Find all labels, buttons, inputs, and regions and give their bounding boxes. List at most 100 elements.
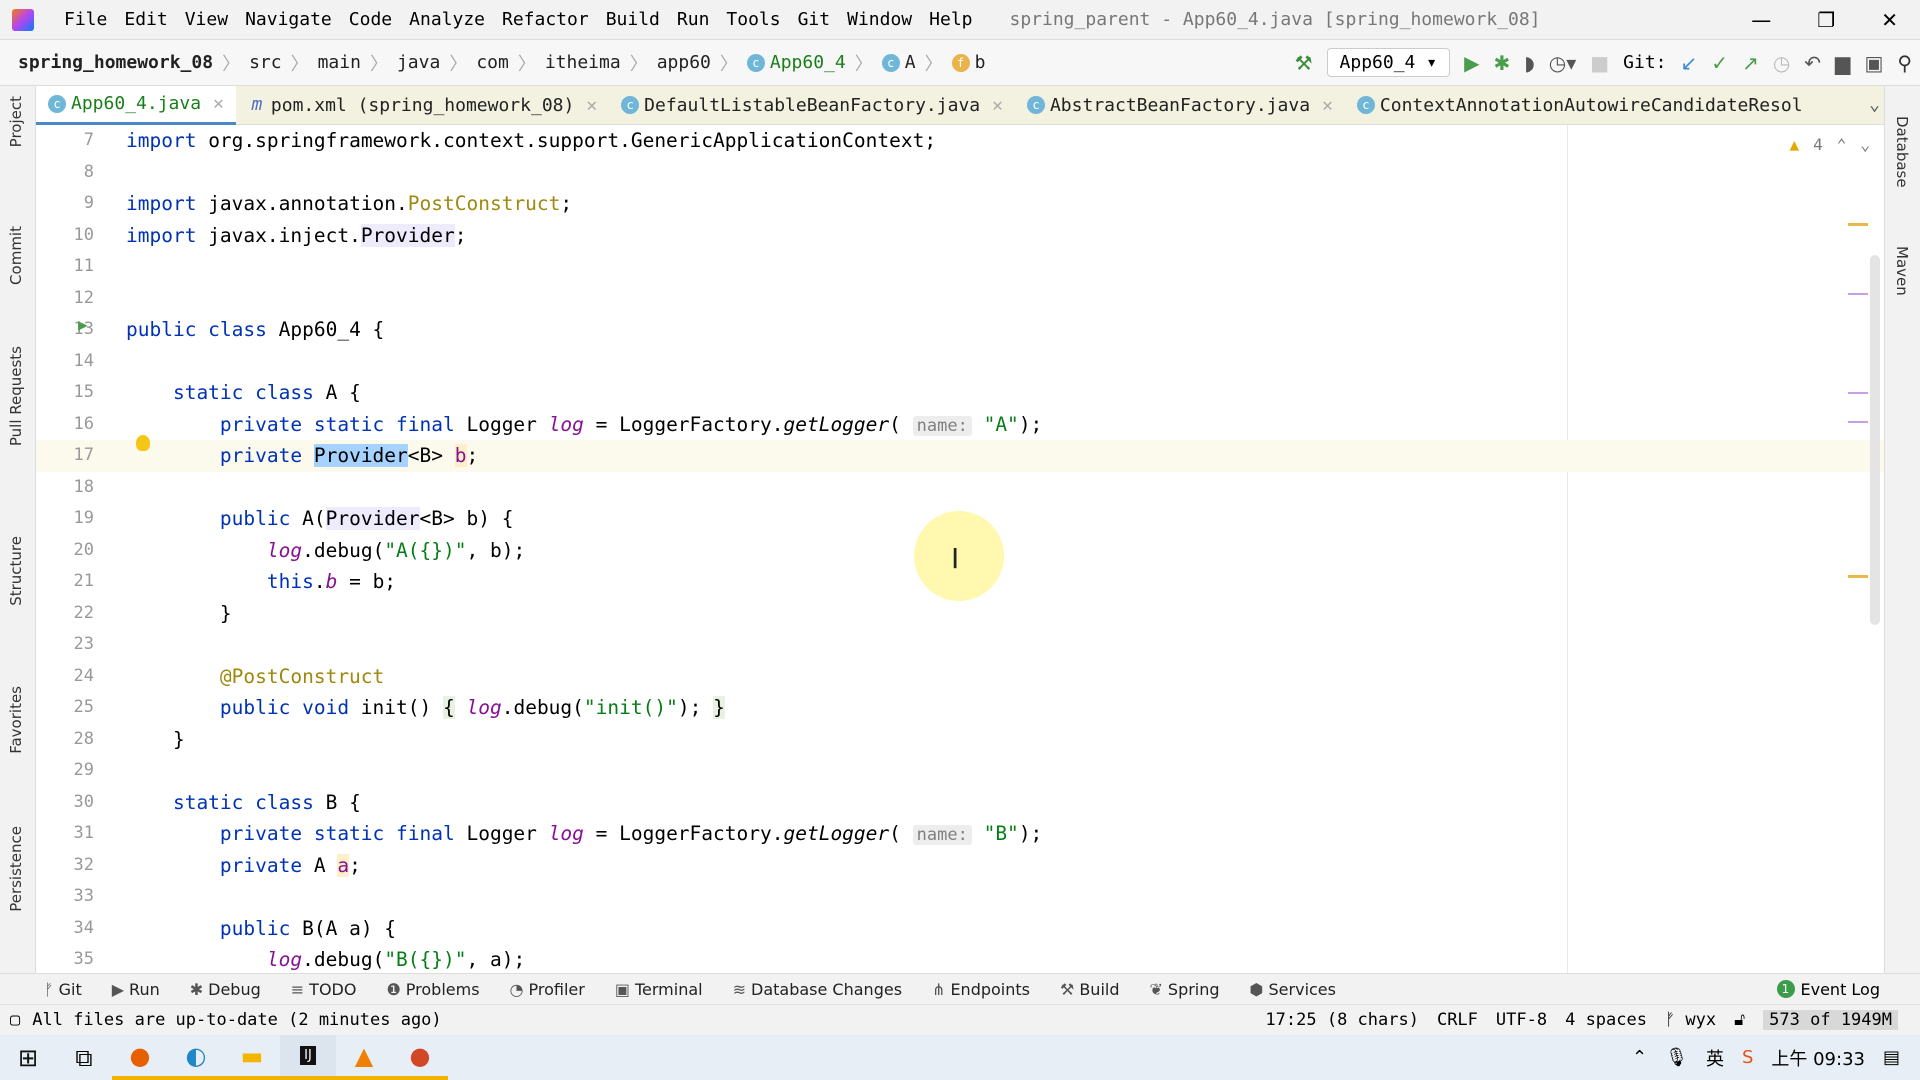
code-line[interactable]: 8 [36,157,1884,189]
menu-refactor[interactable]: Refactor [502,9,589,30]
code-line[interactable]: 18 [36,472,1884,504]
code-line[interactable]: 29 [36,755,1884,787]
powerpoint-icon[interactable]: ● [392,1035,448,1080]
code-line[interactable]: 10 import javax.inject.Provider; [36,220,1884,252]
breadcrumb-item[interactable]: spring_homework_08 [18,52,213,73]
profile-icon[interactable]: ◷▾ [1549,51,1577,75]
status-toggle-icon[interactable]: ▢ [10,1010,20,1030]
code-line[interactable]: 13 public class App60_4 { [36,314,1884,346]
code-line[interactable]: 15 static class A { [36,377,1884,409]
tool-pull-requests[interactable]: Pull Requests [7,346,25,446]
code-line[interactable]: 24 @PostConstruct [36,661,1884,693]
caret-position[interactable]: 17:25 (8 chars) [1265,1010,1419,1030]
menu-analyze[interactable]: Analyze [409,9,485,30]
tab-0[interactable]: c App60_4.java ✕ [36,85,236,125]
presentation-icon[interactable]: ▣ [1864,51,1883,75]
tool-database[interactable]: Database [1893,116,1911,188]
breadcrumb-item[interactable]: A [905,52,916,73]
run-config-dropdown[interactable]: App60_4 ▾ [1326,48,1451,77]
project-structure-icon[interactable]: ▆ [1835,51,1850,75]
coverage-icon[interactable]: ◗ [1524,51,1535,75]
rollback-icon[interactable]: ↶ [1804,51,1821,75]
code-line[interactable]: 31 private static final Logger log = Log… [36,818,1884,850]
code-line[interactable]: 22 } [36,598,1884,630]
tool-favorites[interactable]: Favorites [7,686,25,754]
code-line[interactable]: 35 log.debug("B({})", a); [36,944,1884,973]
file-encoding[interactable]: UTF-8 [1496,1010,1547,1030]
next-highlight-icon[interactable]: ⌄ [1860,135,1870,154]
git-update-icon[interactable]: ↙ [1681,51,1698,75]
code-line[interactable]: 32 private A a; [36,850,1884,882]
menu-git[interactable]: Git [798,9,831,30]
tab-3[interactable]: c AbstractBeanFactory.java ✕ [1015,86,1345,125]
code-line[interactable]: 28 } [36,724,1884,756]
menu-edit[interactable]: Edit [124,9,167,30]
tool-persistence[interactable]: Persistence [7,826,25,912]
git-push-icon[interactable]: ↗ [1742,51,1759,75]
menu-tools[interactable]: Tools [726,9,780,30]
notification-icon[interactable]: ▤ [1883,1047,1900,1068]
code-line[interactable]: 16 private static final Logger log = Log… [36,409,1884,441]
editor-scrollbar[interactable] [1870,255,1880,625]
menu-code[interactable]: Code [349,9,392,30]
event-log-button[interactable]: 1 Event Log [1776,980,1880,999]
breadcrumb-item[interactable]: main [318,52,361,73]
indent-setting[interactable]: 4 spaces [1565,1010,1647,1030]
toolwindow-services[interactable]: ⬢ Services [1250,980,1336,999]
toolwindow-run[interactable]: ▶ Run [112,980,160,999]
code-line[interactable]: 34 public B(A a) { [36,913,1884,945]
line-separator[interactable]: CRLF [1437,1010,1478,1030]
menu-run[interactable]: Run [677,9,710,30]
code-line[interactable]: 17 private Provider<B> b; [36,440,1884,472]
task-view-icon[interactable]: ⧉ [56,1035,112,1080]
history-icon[interactable]: ◷ [1773,51,1790,75]
menu-build[interactable]: Build [606,9,660,30]
toolwindow-debug[interactable]: ✱ Debug [190,980,261,999]
tab-close-icon[interactable]: ✕ [213,93,224,114]
clock[interactable]: 上午 09:33 [1771,1045,1865,1071]
breadcrumb-item[interactable]: src [249,52,282,73]
search-icon[interactable]: ⚲ [1897,51,1912,75]
code-editor[interactable]: 7 import org.springframework.context.supp… [36,125,1884,973]
file-explorer-icon[interactable]: ▬ [224,1035,280,1080]
edge-icon[interactable]: ◐ [168,1035,224,1080]
toolwindow-build[interactable]: ⚒ Build [1060,980,1120,999]
breadcrumb-item[interactable]: java [397,52,440,73]
toolwindow-problems[interactable]: ❶ Problems [386,980,479,999]
git-commit-icon[interactable]: ✓ [1711,51,1728,75]
close-button[interactable]: ✕ [1881,8,1898,32]
tool-commit[interactable]: Commit [7,226,25,285]
code-line[interactable]: 11 [36,251,1884,283]
tool-maven[interactable]: Maven [1893,246,1911,296]
menu-view[interactable]: View [185,9,228,30]
breadcrumb-item[interactable]: App60_4 [770,52,846,73]
code-line[interactable]: 30 static class B { [36,787,1884,819]
code-line[interactable]: 33 [36,881,1884,913]
tab-close-icon[interactable]: ✕ [992,95,1003,116]
menu-navigate[interactable]: Navigate [245,9,332,30]
breadcrumb-item[interactable]: itheima [545,52,621,73]
lock-icon[interactable]: 🔓︎ [1734,1010,1745,1030]
microphone-icon[interactable]: 🎙︎ [1665,1047,1688,1068]
intellij-taskbar-icon[interactable]: IJ [280,1035,336,1080]
ime-indicator[interactable]: 英 [1706,1045,1724,1071]
menu-file[interactable]: File [64,9,107,30]
tray-expand-icon[interactable]: ⌃ [1632,1047,1647,1068]
inspection-widget[interactable]: ▲ 4 ⌃ ⌄ [1789,135,1870,154]
tool-structure[interactable]: Structure [7,536,25,606]
toolwindow-endpoints[interactable]: ⋔ Endpoints [932,980,1030,999]
run-gutter-icon[interactable]: ▶ [78,315,88,334]
toolwindow-profiler[interactable]: ◔ Profiler [510,980,585,999]
sogou-icon[interactable]: S [1742,1047,1753,1068]
prev-highlight-icon[interactable]: ⌃ [1837,135,1847,154]
code-line[interactable]: 9 import javax.annotation.PostConstruct; [36,188,1884,220]
tab-2[interactable]: c DefaultListableBeanFactory.java ✕ [609,86,1015,125]
minimize-button[interactable]: — [1751,8,1771,32]
toolwindow-spring[interactable]: ❦ Spring [1150,980,1220,999]
breadcrumb-item[interactable]: b [975,52,986,73]
vlc-icon[interactable]: ▲ [336,1035,392,1080]
intention-bulb-icon[interactable] [136,435,150,451]
build-hammer-icon[interactable]: ⚒ [1295,51,1313,75]
run-icon[interactable]: ▶ [1464,51,1479,75]
tab-close-icon[interactable]: ✕ [586,95,597,116]
